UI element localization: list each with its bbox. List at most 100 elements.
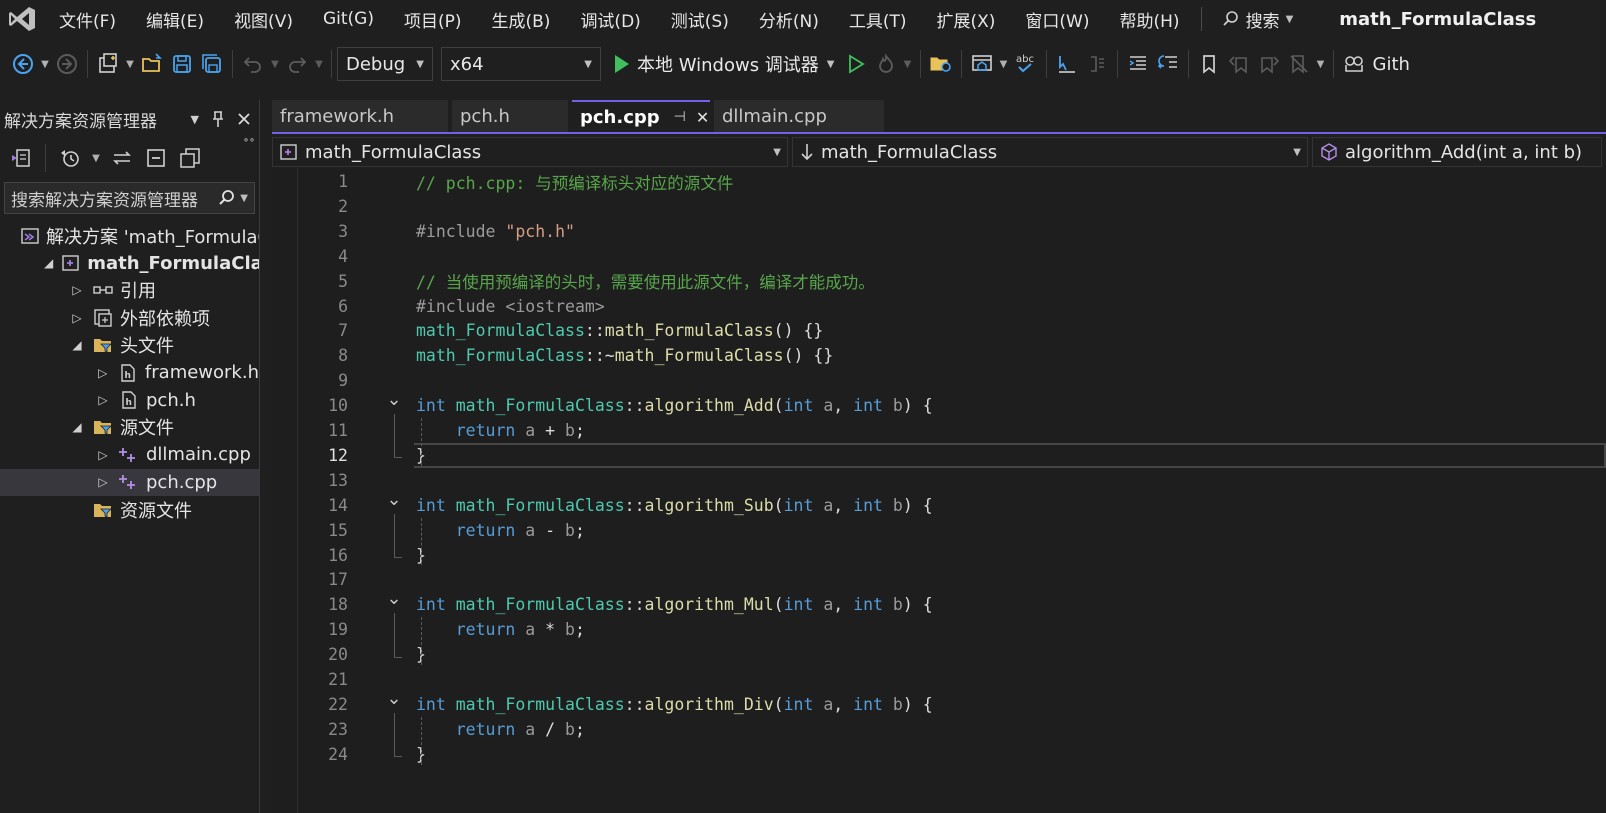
switch-views-icon[interactable] bbox=[6, 143, 36, 173]
member-dropdown[interactable]: algorithm_Add(int a, int b) bbox=[1312, 137, 1602, 167]
menu-item[interactable]: 文件(F) bbox=[44, 7, 131, 32]
collapsed-arrow-icon[interactable]: ▷ bbox=[70, 311, 84, 325]
code-line[interactable]: 10 ⌄ int math_FormulaClass::algorithm_Add(… bbox=[272, 391, 1606, 418]
code-line[interactable]: 21 bbox=[272, 667, 1606, 692]
menu-item[interactable]: 生成(B) bbox=[477, 7, 566, 32]
navigate-back-icon[interactable] bbox=[8, 49, 38, 79]
collapsed-arrow-icon[interactable]: ▷ bbox=[96, 475, 110, 489]
start-debugging-button[interactable]: 本地 Windows 调试器 ▼ bbox=[609, 51, 841, 77]
tree-item[interactable]: ▷ pch.cpp bbox=[0, 468, 259, 496]
platform-dropdown[interactable]: x64 ▼ bbox=[441, 47, 601, 81]
save-icon[interactable] bbox=[167, 49, 197, 79]
visual-studio-logo-icon[interactable] bbox=[0, 0, 44, 38]
tree-item[interactable]: 资源文件 bbox=[0, 496, 259, 523]
menu-item[interactable]: 窗口(W) bbox=[1010, 7, 1104, 32]
collapse-region-icon[interactable]: ⌄ bbox=[386, 490, 402, 508]
code-line[interactable]: 9 bbox=[272, 368, 1606, 393]
pin-tab-icon[interactable]: ⊣ bbox=[674, 109, 686, 125]
menu-item[interactable]: 测试(S) bbox=[656, 7, 744, 32]
close-icon[interactable] bbox=[237, 112, 251, 126]
navigate-forward-icon[interactable] bbox=[52, 49, 82, 79]
chevron-down-icon[interactable]: ▼ bbox=[997, 49, 1011, 79]
tab-dllmain-cpp[interactable]: dllmain.cpp bbox=[714, 100, 884, 132]
code-line[interactable]: 17 bbox=[272, 567, 1606, 592]
tree-item[interactable]: ▷ dllmain.cpp bbox=[0, 441, 259, 468]
save-all-icon[interactable] bbox=[197, 49, 227, 79]
tree-item[interactable]: ◢ 头文件 bbox=[0, 332, 259, 359]
close-tab-icon[interactable]: ✕ bbox=[696, 108, 709, 127]
code-line[interactable]: 20} bbox=[272, 642, 1606, 667]
more-icon[interactable]: ˚˚ bbox=[243, 138, 255, 152]
undo-icon[interactable] bbox=[238, 49, 268, 79]
word-wrap-icon[interactable] bbox=[1153, 49, 1183, 79]
tree-item[interactable]: ▷ h framework.h bbox=[0, 359, 259, 386]
clear-bookmarks-icon[interactable] bbox=[1284, 49, 1314, 79]
code-line[interactable]: 4 bbox=[272, 244, 1606, 269]
next-bookmark-icon[interactable] bbox=[1254, 49, 1284, 79]
github-label[interactable]: Gith bbox=[1373, 54, 1410, 75]
collapsed-arrow-icon[interactable]: ▷ bbox=[96, 366, 110, 380]
chevron-down-icon[interactable]: ▼ bbox=[312, 49, 326, 79]
menu-item[interactable]: 项目(P) bbox=[389, 7, 477, 32]
start-without-debugging-icon[interactable] bbox=[841, 49, 871, 79]
spell-check-icon[interactable]: abc bbox=[1011, 49, 1041, 79]
menu-item[interactable]: Git(G) bbox=[308, 9, 389, 29]
code-line[interactable]: 3 #include "pch.h" bbox=[272, 219, 1606, 244]
code-line[interactable]: 12} bbox=[272, 442, 1606, 468]
tab-pch-cpp[interactable]: pch.cpp ⊣ ✕ bbox=[572, 100, 710, 132]
solution-explorer-search-input[interactable]: 搜索解决方案资源管理器 ▼ bbox=[4, 182, 255, 214]
collapsed-arrow-icon[interactable]: ▷ bbox=[96, 448, 110, 462]
code-line[interactable]: 18 ⌄ int math_FormulaClass::algorithm_Mul(… bbox=[272, 590, 1606, 617]
code-line[interactable]: 6 #include <iostream> bbox=[272, 294, 1606, 319]
code-line[interactable]: 5 // 当使用预编译的头时，需要使用此源文件，编译才能成功。 bbox=[272, 269, 1606, 294]
chevron-down-icon[interactable]: ▼ bbox=[89, 143, 103, 173]
open-folder-icon[interactable] bbox=[137, 49, 167, 79]
project-dropdown[interactable]: math_FormulaClass ▼ bbox=[272, 137, 788, 167]
collapse-region-icon[interactable]: ⌄ bbox=[386, 391, 402, 409]
previous-bookmark-icon[interactable] bbox=[1224, 49, 1254, 79]
chevron-down-icon[interactable]: ▼ bbox=[901, 49, 915, 79]
menu-item[interactable]: 调试(D) bbox=[565, 7, 655, 32]
collapse-all-icon[interactable] bbox=[141, 143, 171, 173]
code-line[interactable]: 24} bbox=[272, 742, 1606, 767]
search-button[interactable]: 搜索 ▼ bbox=[1212, 7, 1304, 32]
tab-framework-h[interactable]: framework.h bbox=[272, 100, 448, 132]
code-line[interactable]: 13 bbox=[272, 468, 1606, 493]
collapse-region-icon[interactable]: ⌄ bbox=[386, 689, 402, 707]
chevron-down-icon[interactable]: ▼ bbox=[268, 49, 282, 79]
chevron-down-icon[interactable]: ▼ bbox=[191, 113, 199, 126]
pending-changes-filter-icon[interactable] bbox=[55, 143, 85, 173]
increase-indent-icon[interactable] bbox=[1123, 49, 1153, 79]
tab-pch-h[interactable]: pch.h bbox=[452, 100, 568, 132]
chevron-down-icon[interactable]: ▼ bbox=[38, 49, 52, 79]
scope-dropdown[interactable]: math_FormulaClass ▼ bbox=[792, 137, 1308, 167]
tree-item[interactable]: ▷ 外部依赖项 bbox=[0, 304, 259, 331]
code-line[interactable]: 19 return a * b; bbox=[272, 617, 1606, 642]
configuration-dropdown[interactable]: Debug ▼ bbox=[337, 47, 433, 81]
chevron-down-icon[interactable]: ▼ bbox=[123, 49, 137, 79]
code-line[interactable]: 2 bbox=[272, 194, 1606, 219]
collapse-region-icon[interactable]: ⌄ bbox=[386, 590, 402, 608]
solution-configurations-icon[interactable] bbox=[967, 49, 997, 79]
show-all-files-icon[interactable] bbox=[175, 143, 205, 173]
tree-item[interactable]: ▷ h pch.h bbox=[0, 386, 259, 413]
hot-reload-icon[interactable] bbox=[871, 49, 901, 79]
code-line[interactable]: 15 return a - b; bbox=[272, 518, 1606, 543]
tree-item[interactable]: 解决方案 'math_FormulaC bbox=[0, 222, 259, 249]
menu-item[interactable]: 分析(N) bbox=[744, 7, 834, 32]
code-line[interactable]: 8 math_FormulaClass::~math_FormulaClass()… bbox=[272, 343, 1606, 368]
new-project-icon[interactable] bbox=[93, 49, 123, 79]
find-in-files-icon[interactable] bbox=[926, 49, 956, 79]
code-line[interactable]: 23 return a / b; bbox=[272, 717, 1606, 742]
collapsed-arrow-icon[interactable]: ▷ bbox=[96, 393, 110, 407]
expanded-arrow-icon[interactable]: ◢ bbox=[44, 256, 53, 270]
expanded-arrow-icon[interactable]: ◢ bbox=[70, 420, 84, 434]
bookmark-icon[interactable] bbox=[1194, 49, 1224, 79]
expanded-arrow-icon[interactable]: ◢ bbox=[70, 338, 84, 352]
code-line[interactable]: 1 // pch.cpp: 与预编译标头对应的源文件 bbox=[272, 169, 1606, 194]
menu-item[interactable]: 扩展(X) bbox=[922, 7, 1011, 32]
github-copilot-icon[interactable] bbox=[1339, 49, 1369, 79]
tree-item[interactable]: ◢ math_FormulaClass bbox=[0, 249, 259, 276]
sync-with-active-document-icon[interactable] bbox=[107, 143, 137, 173]
tree-item[interactable]: ◢ 源文件 bbox=[0, 414, 259, 441]
